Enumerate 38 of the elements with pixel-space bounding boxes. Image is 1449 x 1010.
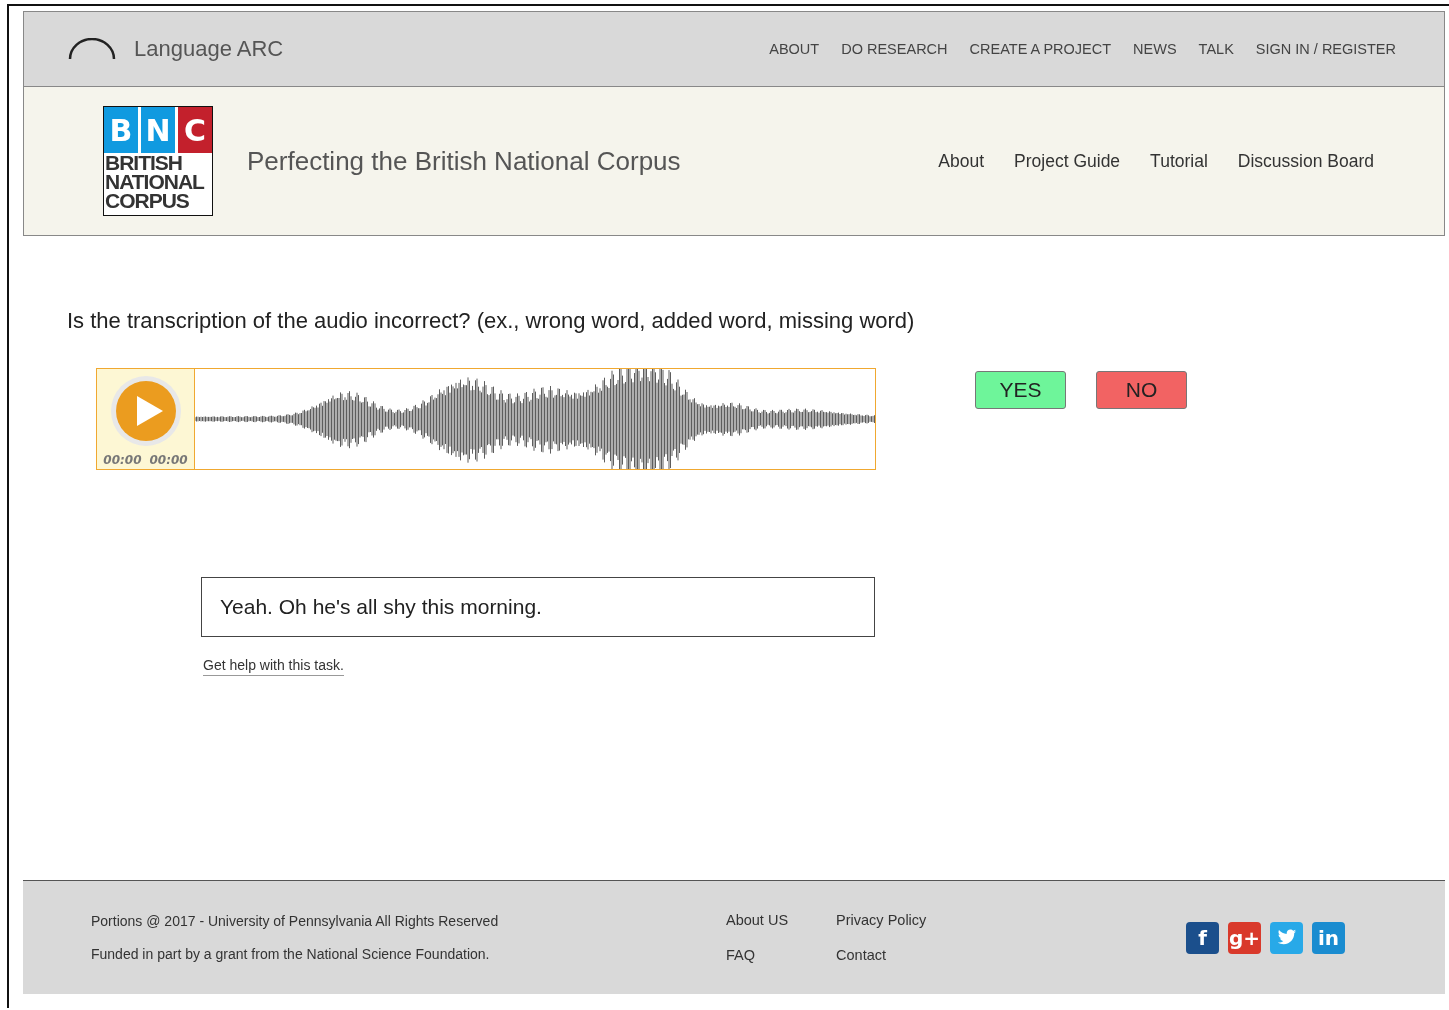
logo-word: BRITISH <box>104 153 183 172</box>
nav-link[interactable]: SIGN IN / REGISTER <box>1255 41 1396 57</box>
logo-word: CORPUS <box>104 191 190 210</box>
current-time: 00:00 <box>103 453 142 467</box>
nav-link[interactable]: CREATE A PROJECT <box>969 41 1112 57</box>
duration-time: 00:00 <box>149 453 188 467</box>
twitter-button[interactable] <box>1270 921 1303 954</box>
project-nav-link[interactable]: Discussion Board <box>1237 150 1374 172</box>
nav-link[interactable]: TALK <box>1198 41 1234 57</box>
question-text: Is the transcription of the audio incorrect? (ex., wrong word, added word, missing word) <box>67 308 916 334</box>
site-name[interactable]: Language ARC <box>134 36 284 62</box>
logo-letter: B <box>104 107 138 153</box>
footer-link[interactable]: About US <box>726 912 789 928</box>
footer-link[interactable]: FAQ <box>726 947 789 963</box>
footer-link[interactable]: Privacy Policy <box>836 912 927 928</box>
no-button[interactable]: NO <box>1096 371 1187 409</box>
yes-button[interactable]: YES <box>975 371 1066 409</box>
nav-link[interactable]: DO RESEARCH <box>841 41 948 57</box>
footer-text: Portions @ 2017 - University of Pennsylvania All Rights Reserved <box>91 913 500 929</box>
footer-link[interactable]: Contact <box>836 947 927 963</box>
arc-logo-icon <box>68 38 116 60</box>
facebook-button[interactable]: f <box>1186 921 1219 954</box>
help-link[interactable]: Get help with this task. <box>203 657 344 676</box>
logo-letter: C <box>178 107 212 153</box>
google-button[interactable]: g+ <box>1228 921 1261 954</box>
transcript-field[interactable]: Yeah. Oh he's all shy this morning. <box>201 577 875 637</box>
linkedin-button[interactable]: in <box>1312 921 1345 954</box>
logo-letter: N <box>141 107 175 153</box>
play-button-icon[interactable] <box>109 375 182 447</box>
nav-link[interactable]: NEWS <box>1133 41 1177 57</box>
project-nav-link[interactable]: Project Guide <box>1014 150 1121 172</box>
footer-text: Funded in part by a grant from the National Science Foundation. <box>91 946 491 962</box>
nav-link[interactable]: ABOUT <box>769 41 820 57</box>
project-title: Perfecting the British National Corpus <box>247 145 681 177</box>
bird-icon <box>1276 929 1297 946</box>
project-nav-link[interactable]: About <box>938 150 985 172</box>
project-nav-link[interactable]: Tutorial <box>1150 150 1208 172</box>
logo-word: NATIONAL <box>104 172 206 191</box>
